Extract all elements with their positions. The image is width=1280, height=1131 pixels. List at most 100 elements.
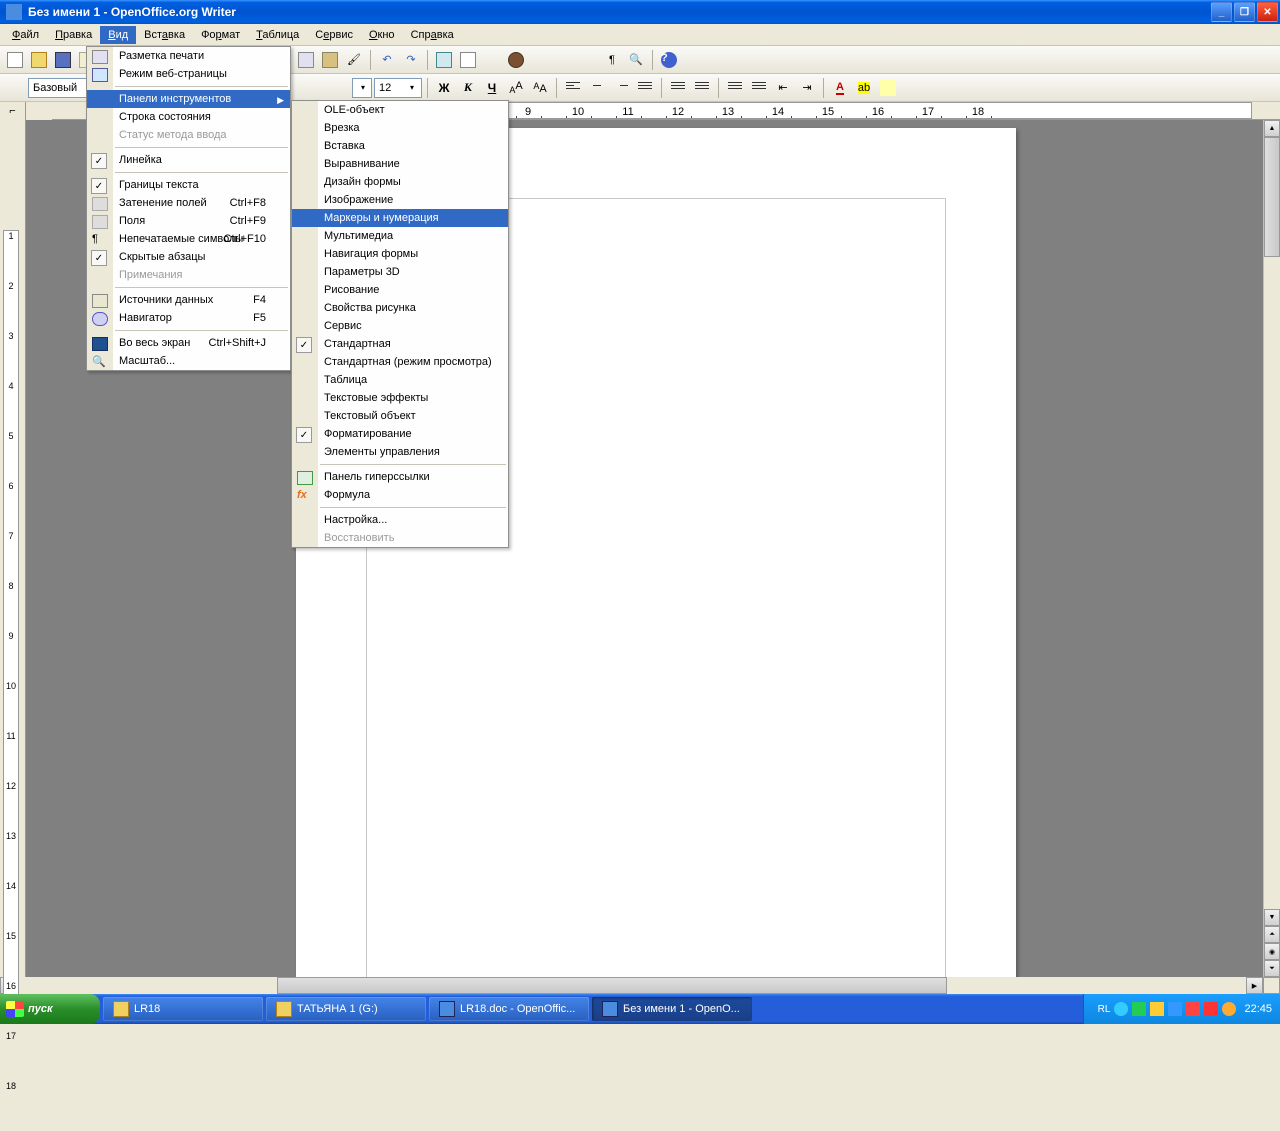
menu-web-layout[interactable]: Режим веб-страницы xyxy=(87,65,290,83)
nonprinting-button[interactable]: ¶ xyxy=(601,49,623,71)
menu-tools[interactable]: Сервис xyxy=(307,26,361,44)
menu-edit[interactable]: Правка xyxy=(47,26,100,44)
taskbar-item[interactable]: ТАТЬЯНА 1 (G:) xyxy=(266,997,426,1021)
decrease-indent-button[interactable]: ⇤ xyxy=(772,77,794,99)
menu-toolbars[interactable]: Панели инструментов▶ xyxy=(87,90,290,108)
superscript-button[interactable]: AA xyxy=(505,77,527,99)
menu-ruler[interactable]: ✓Линейка xyxy=(87,151,290,169)
menu-nonprinting[interactable]: ¶Непечатаемые символыCtrl+F10 xyxy=(87,230,290,248)
submenu-controls[interactable]: Элементы управления xyxy=(292,443,508,461)
tray-icon[interactable] xyxy=(1114,1002,1128,1016)
menu-fullscreen[interactable]: Во весь экранCtrl+Shift+J xyxy=(87,334,290,352)
redo-button[interactable]: ↷ xyxy=(400,49,422,71)
menu-status-bar[interactable]: Строка состояния xyxy=(87,108,290,126)
format-paint-button[interactable]: 🖌 xyxy=(343,49,365,71)
hscroll-thumb[interactable] xyxy=(277,977,947,994)
underline-button[interactable]: Ч xyxy=(481,77,503,99)
open-button[interactable] xyxy=(28,49,50,71)
submenu-hyperlink-bar[interactable]: Панель гиперссылки xyxy=(292,468,508,486)
align-justify-button[interactable] xyxy=(634,77,656,99)
submenu-insert[interactable]: Вставка xyxy=(292,137,508,155)
tray-icon[interactable] xyxy=(1168,1002,1182,1016)
vertical-ruler[interactable]: 123456789101112131415161718 xyxy=(0,120,26,977)
start-button[interactable]: пуск xyxy=(0,994,100,1024)
taskbar-item[interactable]: Без имени 1 - OpenO... xyxy=(592,997,752,1021)
rtl-button[interactable] xyxy=(691,77,713,99)
increase-indent-button[interactable]: ⇥ xyxy=(796,77,818,99)
submenu-text-object[interactable]: Текстовый объект xyxy=(292,407,508,425)
minimize-button[interactable]: _ xyxy=(1211,2,1232,22)
highlight-button[interactable]: ab xyxy=(853,77,875,99)
scroll-down-button[interactable]: ▼ xyxy=(1264,909,1280,926)
submenu-tools[interactable]: Сервис xyxy=(292,317,508,335)
menu-data-sources[interactable]: Источники данныхF4 xyxy=(87,291,290,309)
submenu-ole[interactable]: OLE-объект xyxy=(292,101,508,119)
submenu-3d[interactable]: Параметры 3D xyxy=(292,263,508,281)
menu-view[interactable]: Вид xyxy=(100,26,136,44)
submenu-customize[interactable]: Настройка... xyxy=(292,511,508,529)
menu-field-shading[interactable]: Затенение полейCtrl+F8 xyxy=(87,194,290,212)
menu-navigator[interactable]: НавигаторF5 xyxy=(87,309,290,327)
submenu-form-nav[interactable]: Навигация формы xyxy=(292,245,508,263)
menu-table[interactable]: Таблица xyxy=(248,26,307,44)
taskbar-item[interactable]: LR18 xyxy=(103,997,263,1021)
gallery-button[interactable] xyxy=(553,49,575,71)
menu-window[interactable]: Окно xyxy=(361,26,403,44)
submenu-formula[interactable]: fxФормула xyxy=(292,486,508,504)
submenu-text-effects[interactable]: Текстовые эффекты xyxy=(292,389,508,407)
menu-file[interactable]: Файл xyxy=(4,26,47,44)
zoom-button[interactable]: 🔍 xyxy=(625,49,647,71)
font-name-dropdown[interactable]: ▾ xyxy=(352,78,372,98)
submenu-table[interactable]: Таблица xyxy=(292,371,508,389)
vertical-scrollbar[interactable]: ▲ ▼ ⏶ ◉ ⏷ xyxy=(1263,120,1280,977)
font-size-dropdown[interactable]: 12 ▾ xyxy=(374,78,422,98)
horizontal-scrollbar[interactable]: ◀ ▶ xyxy=(0,977,1280,994)
tray-icon[interactable] xyxy=(1150,1002,1164,1016)
table-button[interactable] xyxy=(457,49,479,71)
bold-button[interactable]: Ж xyxy=(433,77,455,99)
ltr-button[interactable] xyxy=(667,77,689,99)
tab-stop-button[interactable]: ⌐ xyxy=(0,102,26,120)
numbering-button[interactable] xyxy=(724,77,746,99)
menu-hidden-paragraphs[interactable]: ✓Скрытые абзацы xyxy=(87,248,290,266)
submenu-bullets[interactable]: Маркеры и нумерация xyxy=(292,209,508,227)
submenu-form-design[interactable]: Дизайн формы xyxy=(292,173,508,191)
menu-text-boundaries[interactable]: ✓Границы текста xyxy=(87,176,290,194)
italic-button[interactable]: К xyxy=(457,77,479,99)
clock[interactable]: 22:45 xyxy=(1244,1003,1272,1015)
submenu-drawing[interactable]: Рисование xyxy=(292,281,508,299)
nav-select-button[interactable]: ◉ xyxy=(1264,943,1280,960)
new-doc-button[interactable] xyxy=(4,49,26,71)
scroll-right-button[interactable]: ▶ xyxy=(1246,977,1263,994)
align-center-button[interactable] xyxy=(586,77,608,99)
menu-insert[interactable]: Вставка xyxy=(136,26,193,44)
find-button[interactable] xyxy=(505,49,527,71)
help-button[interactable]: ? xyxy=(658,49,680,71)
submenu-standard-view[interactable]: Стандартная (режим просмотра) xyxy=(292,353,508,371)
bgcolor-button[interactable] xyxy=(877,77,899,99)
submenu-formatting[interactable]: ✓Форматирование xyxy=(292,425,508,443)
close-button[interactable]: ✕ xyxy=(1257,2,1278,22)
taskbar-item[interactable]: LR18.doc - OpenOffic... xyxy=(429,997,589,1021)
submenu-pic-props[interactable]: Свойства рисунка xyxy=(292,299,508,317)
subscript-button[interactable]: AA xyxy=(529,77,551,99)
language-indicator[interactable]: RL xyxy=(1098,1004,1111,1015)
undo-button[interactable]: ↶ xyxy=(376,49,398,71)
menu-format[interactable]: Формат xyxy=(193,26,248,44)
hyperlink-button[interactable] xyxy=(433,49,455,71)
show-draw-button[interactable] xyxy=(481,49,503,71)
bullets-button[interactable] xyxy=(748,77,770,99)
submenu-align[interactable]: Выравнивание xyxy=(292,155,508,173)
paste-button[interactable] xyxy=(319,49,341,71)
submenu-media[interactable]: Мультимедиа xyxy=(292,227,508,245)
tray-icon[interactable] xyxy=(1186,1002,1200,1016)
scroll-up-button[interactable]: ▲ xyxy=(1264,120,1280,137)
datasources-button[interactable] xyxy=(577,49,599,71)
menu-print-layout[interactable]: Разметка печати xyxy=(87,47,290,65)
tray-icon[interactable] xyxy=(1132,1002,1146,1016)
submenu-frame[interactable]: Врезка xyxy=(292,119,508,137)
next-page-button[interactable]: ⏷ xyxy=(1264,960,1280,977)
menu-help[interactable]: Справка xyxy=(403,26,462,44)
navigator-button[interactable] xyxy=(529,49,551,71)
submenu-image[interactable]: Изображение xyxy=(292,191,508,209)
